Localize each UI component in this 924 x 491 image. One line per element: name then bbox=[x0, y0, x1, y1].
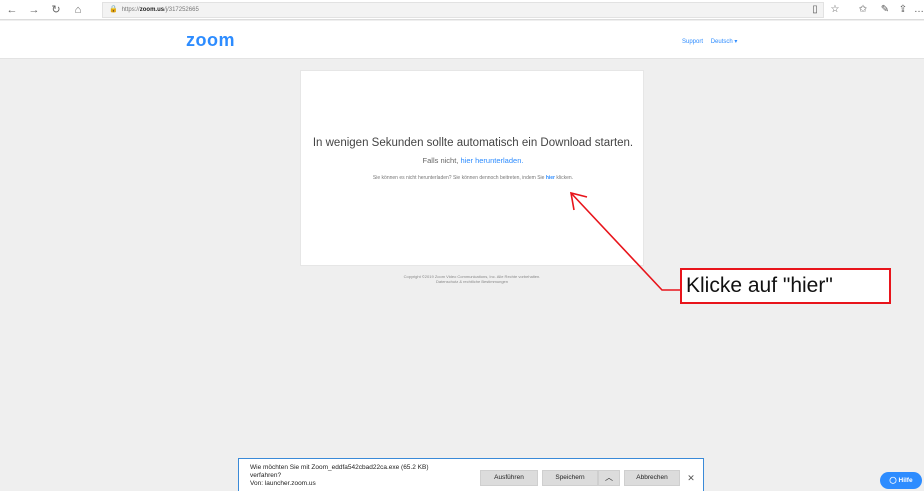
save-options-chevron-icon[interactable]: ︿ bbox=[598, 470, 620, 486]
page-footer: Copyright ©2019 Zoom Video Communication… bbox=[300, 274, 644, 284]
favorite-star-icon[interactable]: ☆ bbox=[828, 2, 842, 18]
url-domain: zoom.us bbox=[139, 7, 165, 13]
favorites-icon[interactable]: ✩ bbox=[856, 2, 870, 18]
download-source: Von: launcher.zoom.us bbox=[250, 480, 316, 487]
address-bar[interactable]: 🔒 https://zoom.us/j/317252665 bbox=[102, 2, 824, 18]
forward-icon[interactable]: → bbox=[26, 2, 42, 18]
join-hint-suffix: klicken. bbox=[555, 175, 574, 181]
zoom-logo[interactable]: zoom bbox=[186, 30, 235, 51]
url-path: /j/317252665 bbox=[164, 7, 199, 13]
join-hint-prefix: Sie können es nicht herunterladen? Sie k… bbox=[372, 175, 546, 181]
download-prompt-line1: Wie möchten Sie mit Zoom_eddfa542cbad22c… bbox=[250, 464, 429, 471]
join-here-link[interactable]: hier bbox=[546, 175, 555, 181]
site-header: zoom Support Deutsch ▾ bbox=[0, 21, 924, 59]
download-here-link[interactable]: hier herunterladen. bbox=[460, 156, 523, 165]
home-icon[interactable]: ⌂ bbox=[70, 2, 86, 18]
cancel-button[interactable]: Abbrechen bbox=[624, 470, 680, 486]
url-scheme: https:// bbox=[121, 7, 140, 13]
pen-icon[interactable]: ✎ bbox=[878, 2, 892, 18]
header-links: Support Deutsch ▾ bbox=[682, 38, 743, 45]
refresh-icon[interactable]: ↻ bbox=[48, 2, 64, 18]
browser-toolbar: ← → ↻ ⌂ 🔒 https://zoom.us/j/317252665 ▯ ☆… bbox=[0, 0, 924, 20]
more-icon[interactable]: … bbox=[912, 2, 924, 18]
legal-link[interactable]: Datenschutz & rechtliche Bestimmungen bbox=[300, 279, 644, 284]
join-hint: Sie können es nicht herunterladen? Sie k… bbox=[301, 175, 645, 181]
fallback-prefix: Falls nicht, bbox=[422, 156, 461, 165]
chat-bubble-icon: ◯ bbox=[889, 477, 897, 484]
download-prompt-line2: verfahren? bbox=[250, 472, 282, 479]
lock-icon: 🔒 bbox=[109, 6, 118, 13]
share-icon[interactable]: ⇪ bbox=[896, 2, 910, 18]
help-button[interactable]: ◯ Hilfe bbox=[880, 472, 922, 489]
reading-view-icon[interactable]: ▯ bbox=[808, 2, 822, 18]
run-button[interactable]: Ausführen bbox=[480, 470, 538, 486]
download-prompt: Wie möchten Sie mit Zoom_eddfa542cbad22c… bbox=[250, 464, 480, 488]
back-icon[interactable]: ← bbox=[4, 2, 20, 18]
page-title: In wenigen Sekunden sollte automatisch e… bbox=[312, 137, 634, 149]
language-dropdown[interactable]: Deutsch ▾ bbox=[711, 39, 738, 45]
fallback-text: Falls nicht, hier herunterladen. bbox=[301, 156, 645, 165]
annotation-callout: Klicke auf "hier" bbox=[680, 268, 891, 304]
support-link[interactable]: Support bbox=[682, 39, 703, 45]
download-card: In wenigen Sekunden sollte automatisch e… bbox=[300, 70, 644, 266]
save-button[interactable]: Speichern bbox=[542, 470, 598, 486]
help-label: Hilfe bbox=[898, 477, 913, 484]
close-icon[interactable]: ✕ bbox=[685, 470, 697, 486]
download-notification-bar: Wie möchten Sie mit Zoom_eddfa542cbad22c… bbox=[238, 458, 704, 491]
